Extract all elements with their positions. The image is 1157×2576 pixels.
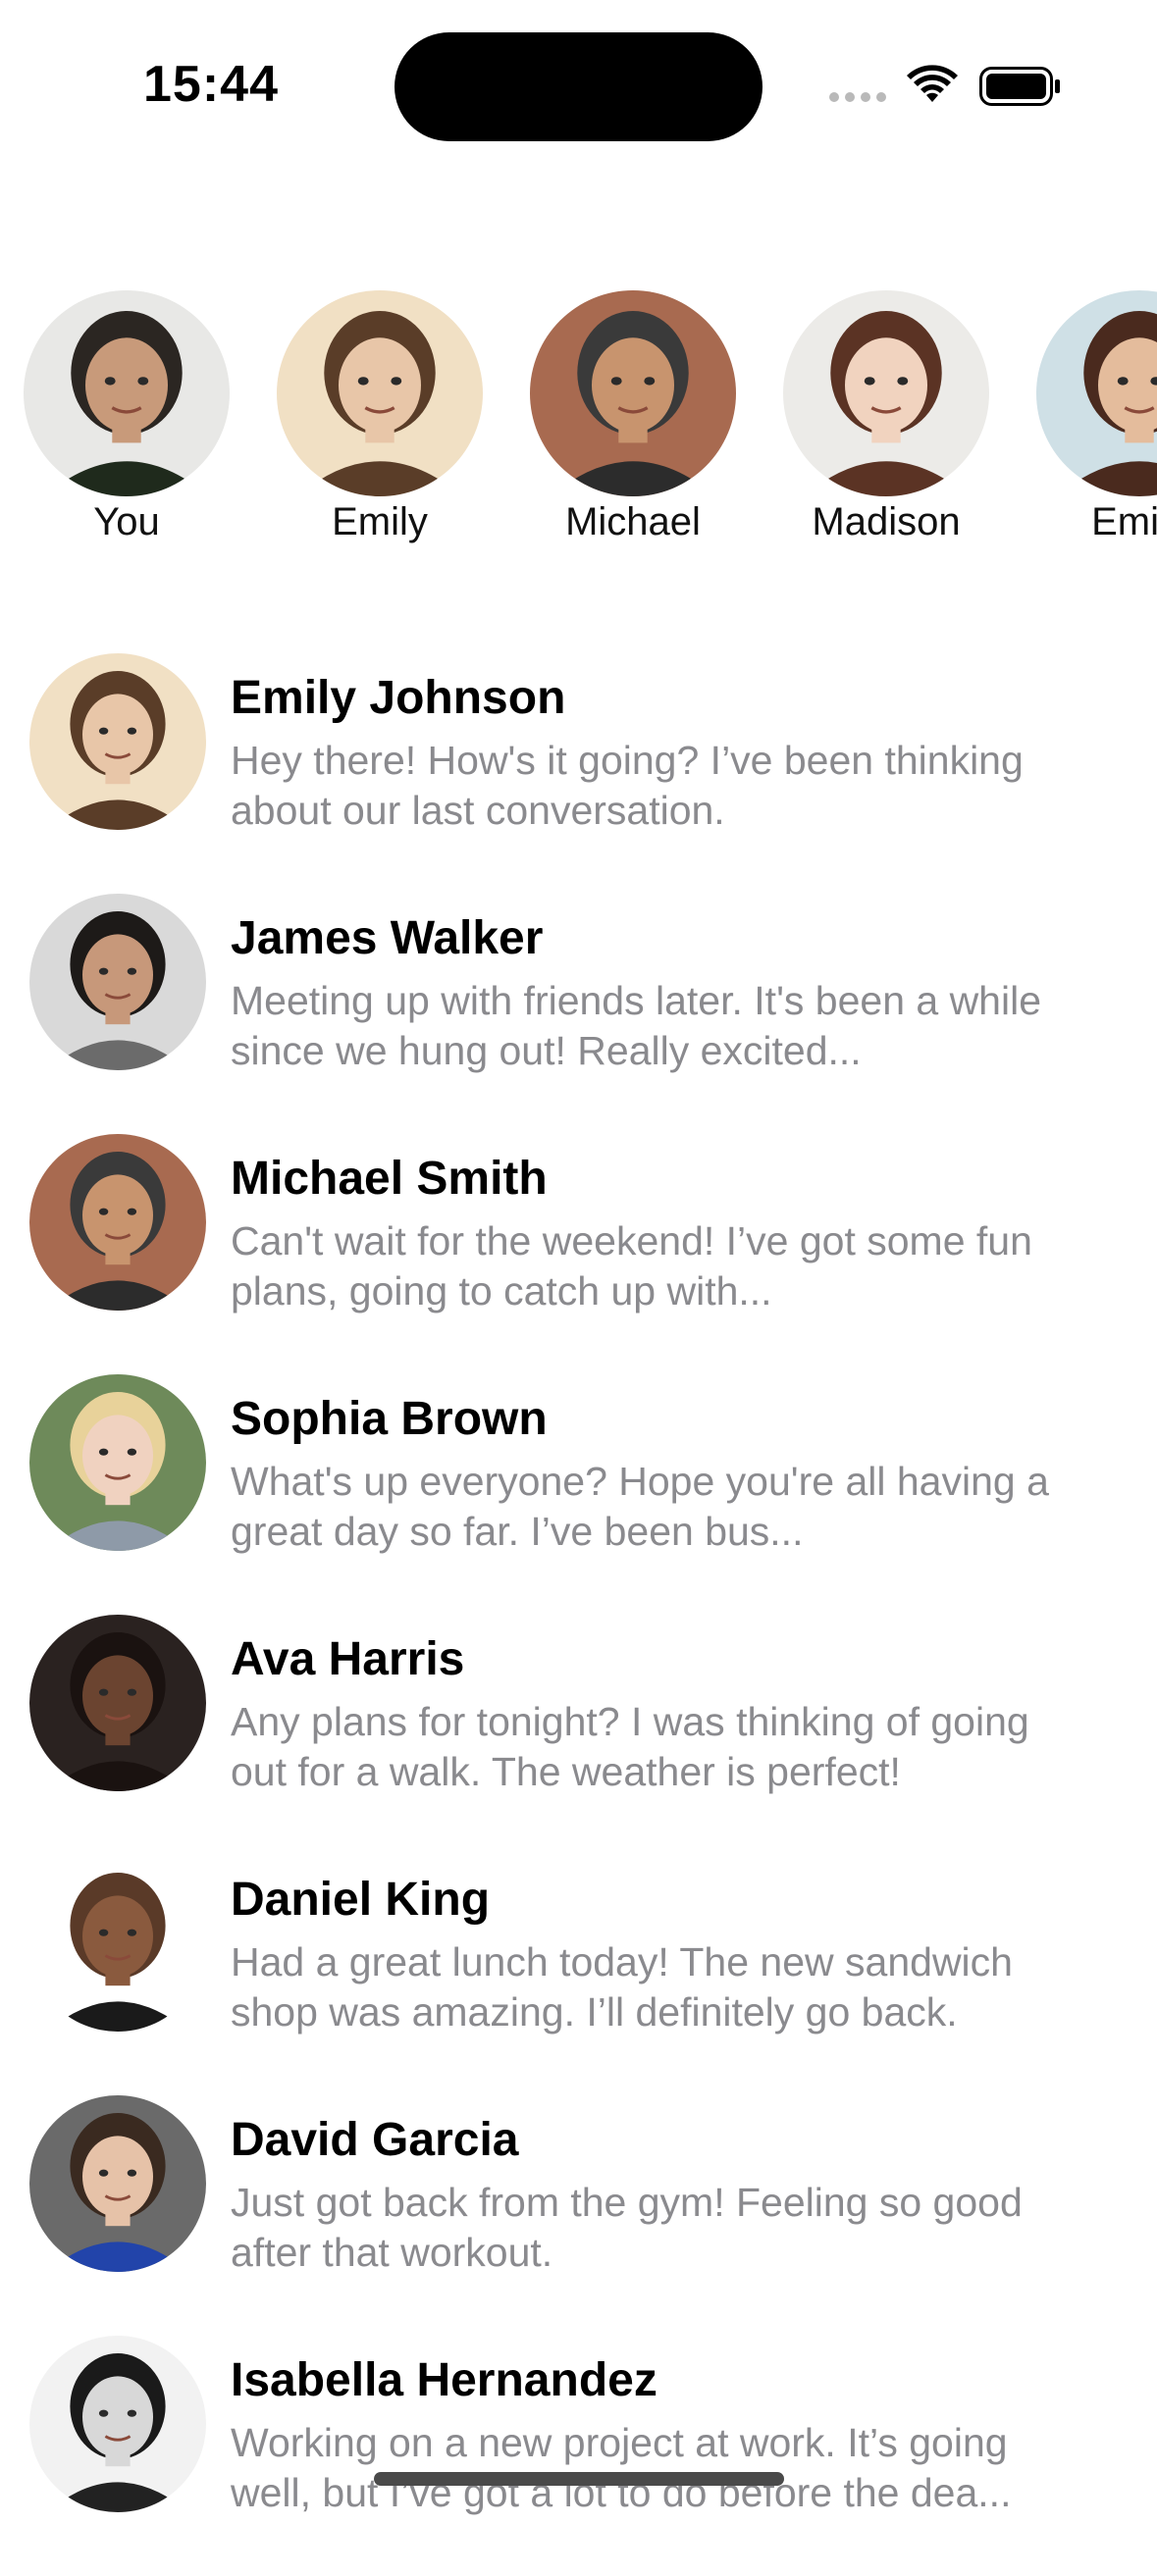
chat-preview: Can't wait for the weekend! I’ve got som… <box>231 1218 1032 1314</box>
chat-name: David Garcia <box>231 2114 519 2166</box>
chat-row[interactable]: James Walker Meeting up with friends late… <box>0 894 1157 1134</box>
story-label: Michael <box>565 500 701 543</box>
chat-preview: Hey there! How's it going? I’ve been thi… <box>231 738 1024 833</box>
story-avatar <box>277 290 483 496</box>
avatar-photo <box>29 1615 206 1791</box>
chat-name: Ava Harris <box>231 1633 465 1685</box>
story-label: Emily <box>332 500 428 543</box>
story-item[interactable]: You <box>24 290 230 544</box>
story-item[interactable]: Madison <box>783 290 989 544</box>
home-indicator[interactable] <box>374 2472 784 2486</box>
stories-row: You Emily Michael Madison Emily <box>0 290 1157 555</box>
story-label: You <box>93 500 160 543</box>
chat-row[interactable]: Isabella Hernandez Working on a new proje… <box>0 2336 1157 2576</box>
avatar-photo <box>277 290 483 496</box>
dynamic-island <box>394 32 763 141</box>
chat-avatar <box>29 653 206 830</box>
story-label: Emily <box>1091 500 1157 543</box>
chat-row[interactable]: Sophia Brown What's up everyone? Hope you… <box>0 1374 1157 1615</box>
battery-icon <box>979 67 1060 106</box>
chat-avatar <box>29 1855 206 2032</box>
avatar-photo <box>29 2095 206 2272</box>
chat-avatar <box>29 894 206 1070</box>
cellular-signal-icon <box>829 92 886 102</box>
story-item[interactable]: Emily <box>1036 290 1157 544</box>
chat-preview: Any plans for tonight? I was thinking of… <box>231 1699 1029 1794</box>
chat-name: James Walker <box>231 912 544 964</box>
story-avatar <box>530 290 736 496</box>
chat-avatar <box>29 2095 206 2272</box>
avatar-photo <box>24 290 230 496</box>
chat-row[interactable]: Michael Smith Can't wait for the weekend!… <box>0 1134 1157 1374</box>
wifi-icon <box>907 65 958 102</box>
avatar-photo <box>29 2336 206 2512</box>
avatar-photo <box>530 290 736 496</box>
chat-row[interactable]: David Garcia Just got back from the gym! … <box>0 2095 1157 2336</box>
chat-name: Isabella Hernandez <box>231 2354 657 2406</box>
chat-avatar <box>29 2336 206 2512</box>
story-item[interactable]: Emily <box>277 290 483 544</box>
chat-avatar <box>29 1615 206 1791</box>
chat-preview: Had a great lunch today! The new sandwic… <box>231 1939 1013 2035</box>
chat-preview: Just got back from the gym! Feeling so g… <box>231 2180 1023 2275</box>
chat-row[interactable]: Ava Harris Any plans for tonight? I was t… <box>0 1615 1157 1855</box>
chat-row[interactable]: Emily Johnson Hey there! How's it going? … <box>0 653 1157 894</box>
story-avatar <box>1036 290 1157 496</box>
status-bar: 15:44 <box>0 0 1157 167</box>
avatar-photo <box>29 1855 206 2032</box>
avatar-photo <box>29 653 206 830</box>
avatar-photo <box>29 1134 206 1311</box>
chat-name: Michael Smith <box>231 1153 548 1205</box>
chat-row[interactable]: Daniel King Had a great lunch today! The … <box>0 1855 1157 2095</box>
status-time: 15:44 <box>143 56 279 113</box>
story-item[interactable]: Michael <box>530 290 736 544</box>
avatar-photo <box>783 290 989 496</box>
chat-name: Daniel King <box>231 1874 491 1926</box>
chat-name: Sophia Brown <box>231 1393 548 1445</box>
avatar-photo <box>1036 290 1157 496</box>
story-avatar <box>783 290 989 496</box>
story-avatar <box>24 290 230 496</box>
chat-avatar <box>29 1374 206 1551</box>
chat-preview: Working on a new project at work. It’s g… <box>231 2420 1012 2515</box>
avatar-photo <box>29 1374 206 1551</box>
story-label: Madison <box>812 500 961 543</box>
chat-preview: What's up everyone? Hope you're all havi… <box>231 1459 1049 1554</box>
chat-name: Emily Johnson <box>231 672 566 724</box>
chat-avatar <box>29 1134 206 1311</box>
chat-preview: Meeting up with friends later. It's been… <box>231 978 1042 1073</box>
avatar-photo <box>29 894 206 1070</box>
